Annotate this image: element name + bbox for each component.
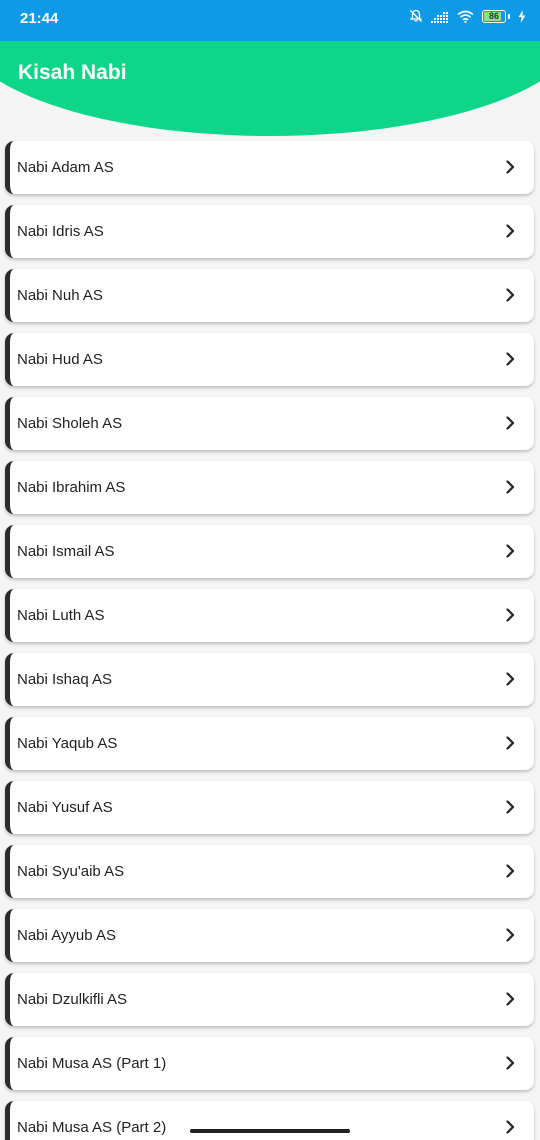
chevron-right-icon[interactable]: [502, 287, 518, 303]
list-item-label: Nabi Luth AS: [17, 607, 105, 624]
list-item-label: Nabi Ismail AS: [17, 543, 115, 560]
status-icons: 86: [409, 9, 526, 23]
signal-icon: [431, 10, 449, 23]
chevron-right-icon[interactable]: [502, 479, 518, 495]
list-item[interactable]: Nabi Dzulkifli AS: [5, 973, 534, 1026]
chevron-right-icon[interactable]: [502, 799, 518, 815]
list-item-label: Nabi Ibrahim AS: [17, 479, 126, 496]
app-header: Kisah Nabi: [0, 41, 540, 136]
list-item[interactable]: Nabi Syu'aib AS: [5, 845, 534, 898]
list-item-label: Nabi Hud AS: [17, 351, 103, 368]
chevron-right-icon[interactable]: [502, 351, 518, 367]
list-item-label: Nabi Musa AS (Part 2): [17, 1119, 167, 1136]
list-item[interactable]: Nabi Luth AS: [5, 589, 534, 642]
list-item[interactable]: Nabi Yusuf AS: [5, 781, 534, 834]
chevron-right-icon[interactable]: [502, 1055, 518, 1071]
list-item[interactable]: Nabi Ishaq AS: [5, 653, 534, 706]
chevron-right-icon[interactable]: [502, 159, 518, 175]
chevron-right-icon[interactable]: [502, 415, 518, 431]
wifi-icon: [457, 10, 474, 23]
chevron-right-icon[interactable]: [502, 863, 518, 879]
list-item-label: Nabi Yaqub AS: [17, 735, 118, 752]
list-item[interactable]: Nabi Ismail AS: [5, 525, 534, 578]
home-indicator[interactable]: [190, 1129, 350, 1133]
battery-level: 86: [488, 10, 499, 21]
header-background: [0, 41, 540, 136]
list-item[interactable]: Nabi Musa AS (Part 1): [5, 1037, 534, 1090]
list-item[interactable]: Nabi Hud AS: [5, 333, 534, 386]
status-time: 21:44: [20, 10, 59, 27]
list-item[interactable]: Nabi Musa AS (Part 2): [5, 1101, 534, 1140]
bell-muted-icon: [409, 9, 423, 23]
list-item[interactable]: Nabi Ayyub AS: [5, 909, 534, 962]
list-item-label: Nabi Dzulkifli AS: [17, 991, 128, 1008]
chevron-right-icon[interactable]: [502, 223, 518, 239]
list-item[interactable]: Nabi Yaqub AS: [5, 717, 534, 770]
list-item[interactable]: Nabi Idris AS: [5, 205, 534, 258]
status-bar: 21:44 86: [0, 0, 540, 41]
list-item-label: Nabi Sholeh AS: [17, 415, 123, 432]
list-item-label: Nabi Idris AS: [17, 223, 104, 240]
list-item-label: Nabi Syu'aib AS: [17, 863, 125, 880]
chevron-right-icon[interactable]: [502, 607, 518, 623]
nabi-list[interactable]: Nabi Adam AS Nabi Idris AS Nabi Nuh AS Nabi…: [0, 140, 540, 1140]
list-item-label: Nabi Ayyub AS: [17, 927, 116, 944]
list-item[interactable]: Nabi Nuh AS: [5, 269, 534, 322]
chevron-right-icon[interactable]: [502, 543, 518, 559]
list-item-label: Nabi Nuh AS: [17, 287, 103, 304]
chevron-right-icon[interactable]: [502, 735, 518, 751]
chevron-right-icon[interactable]: [502, 1119, 518, 1135]
list-item-label: Nabi Ishaq AS: [17, 671, 113, 688]
list-item[interactable]: Nabi Adam AS: [5, 141, 534, 194]
battery-icon: 86: [482, 9, 510, 23]
chevron-right-icon[interactable]: [502, 671, 518, 687]
chevron-right-icon[interactable]: [502, 927, 518, 943]
list-item-label: Nabi Yusuf AS: [17, 799, 113, 816]
list-item[interactable]: Nabi Ibrahim AS: [5, 461, 534, 514]
list-item-label: Nabi Adam AS: [17, 159, 114, 176]
list-item[interactable]: Nabi Sholeh AS: [5, 397, 534, 450]
list-item-label: Nabi Musa AS (Part 1): [17, 1055, 167, 1072]
page-title: Kisah Nabi: [18, 61, 127, 84]
charging-icon: [518, 9, 526, 23]
chevron-right-icon[interactable]: [502, 991, 518, 1007]
